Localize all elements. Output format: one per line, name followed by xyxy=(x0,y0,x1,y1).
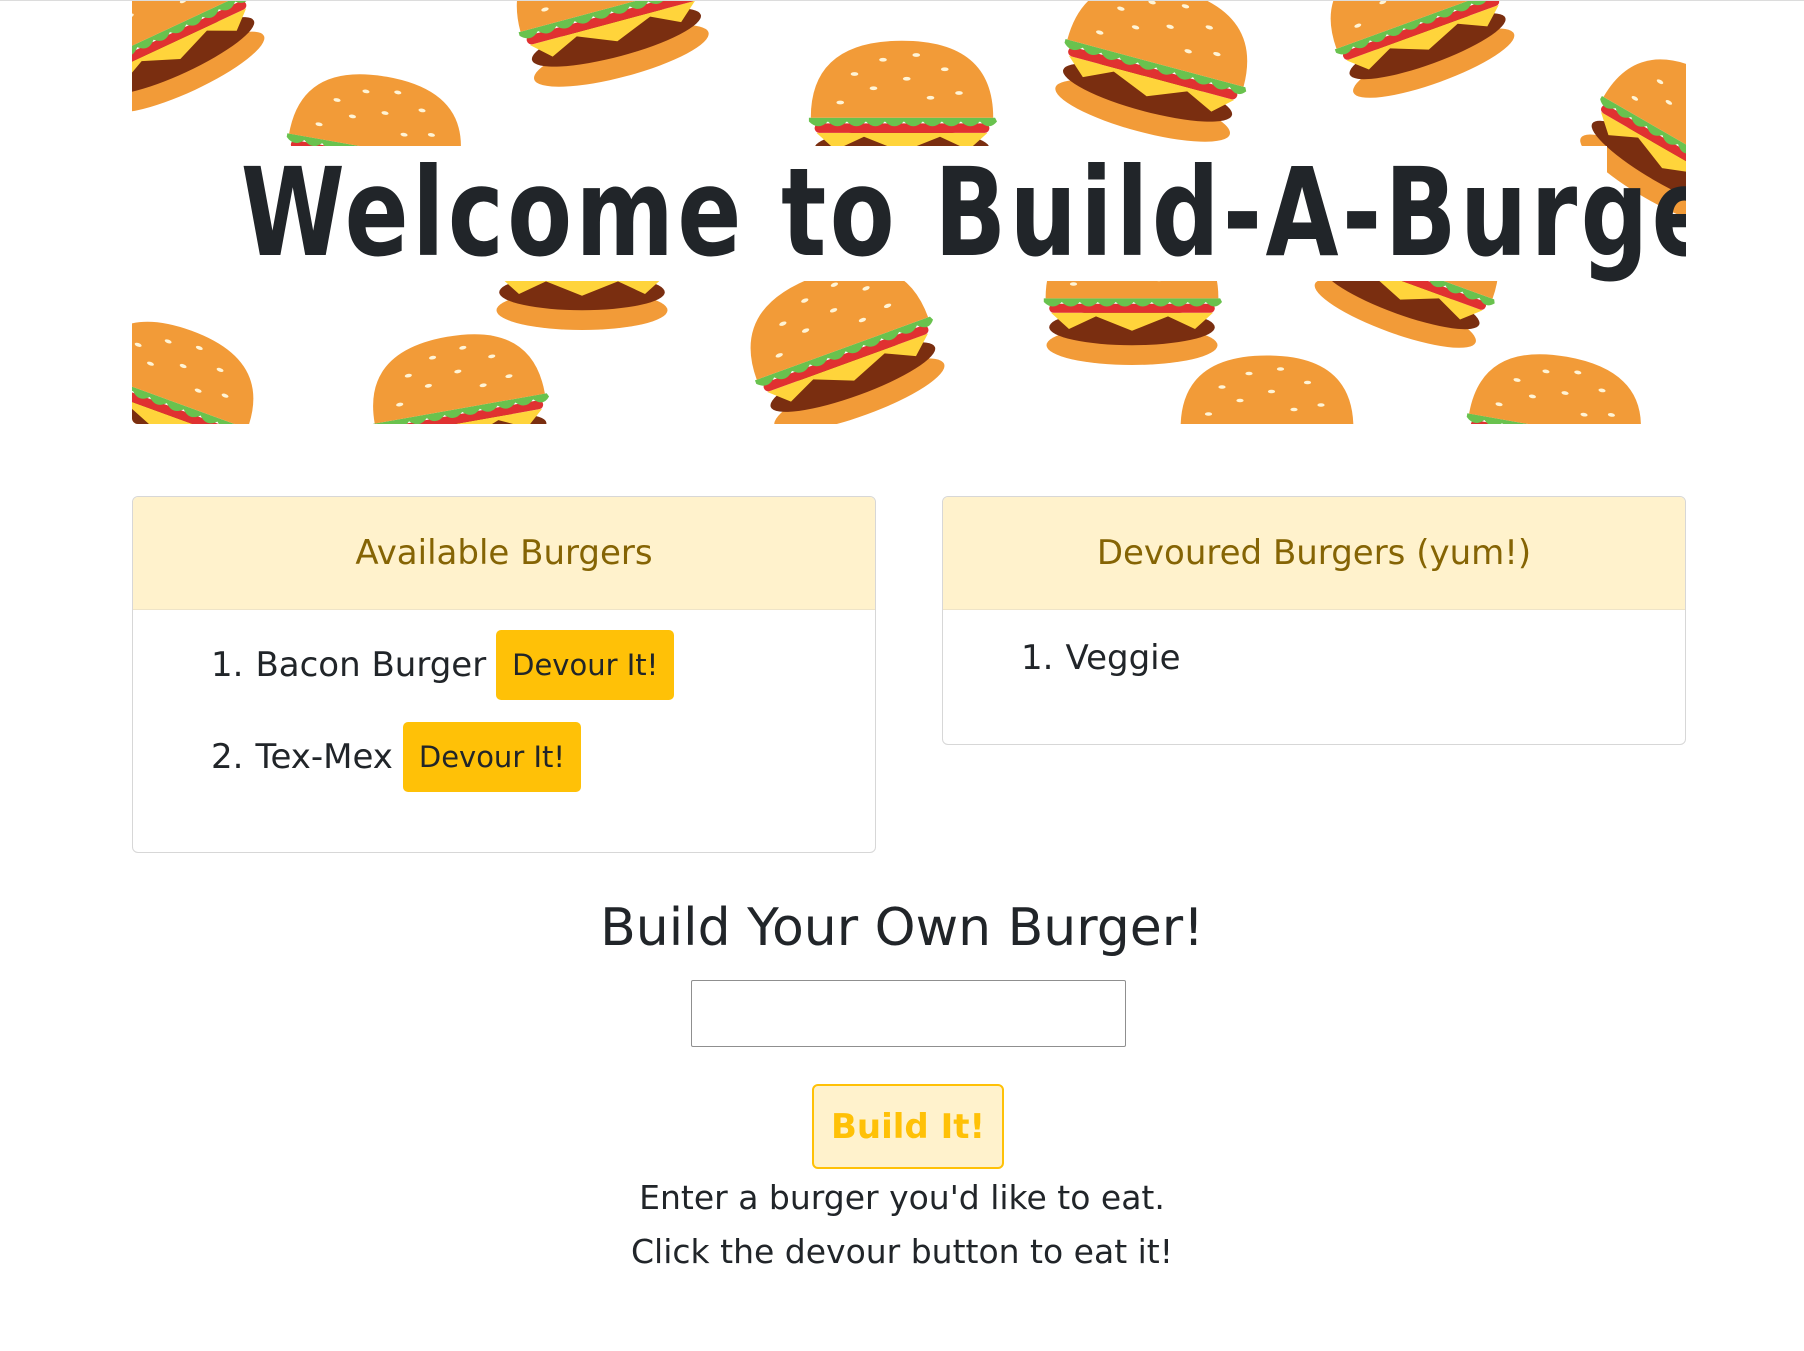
burger-name: Tex-Mex xyxy=(255,737,393,777)
devour-button[interactable]: Devour It! xyxy=(402,722,581,792)
list-item: 2. Tex-Mex Devour It! xyxy=(211,722,581,792)
burger-name: Veggie xyxy=(1065,638,1181,678)
page-title: Welcome to Build-A-Burger! xyxy=(240,142,1686,284)
build-heading: Build Your Own Burger! xyxy=(600,898,1204,958)
list-item: 1. Veggie xyxy=(1021,638,1191,678)
list-item-number: 1. xyxy=(211,645,244,685)
list-item-number: 1. xyxy=(1021,638,1054,678)
burger-name-input[interactable] xyxy=(691,980,1126,1047)
help-text-enter: Enter a burger you'd like to eat. xyxy=(639,1178,1165,1217)
devoured-burgers-header: Devoured Burgers (yum!) xyxy=(943,497,1685,610)
list-item: 1. Bacon Burger Devour It! xyxy=(211,630,675,700)
devoured-burgers-card: Devoured Burgers (yum!) 1. Veggie xyxy=(942,496,1686,745)
build-button[interactable]: Build It! xyxy=(812,1084,1004,1169)
devour-button[interactable]: Devour It! xyxy=(496,630,675,700)
list-item-number: 2. xyxy=(211,737,244,777)
available-burgers-card: Available Burgers 1. Bacon Burger Devour… xyxy=(132,496,876,853)
available-burgers-header: Available Burgers xyxy=(133,497,875,610)
burger-name: Bacon Burger xyxy=(255,645,487,685)
hero-banner: Welcome to Build-A-Burger! xyxy=(132,1,1686,424)
help-text-devour: Click the devour button to eat it! xyxy=(631,1232,1173,1271)
